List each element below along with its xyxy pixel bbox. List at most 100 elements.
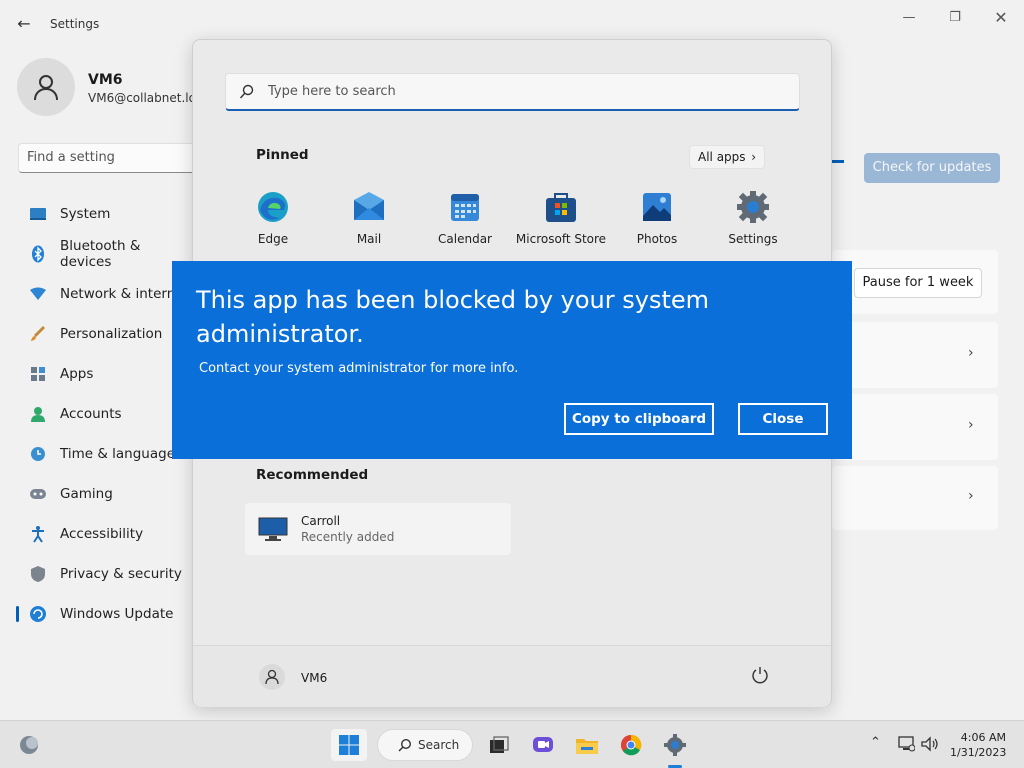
windows-logo-icon (339, 735, 359, 755)
store-icon (544, 190, 578, 224)
pinned-app-microsoft-store[interactable]: Microsoft Store (513, 190, 609, 246)
bluetooth-icon (28, 244, 48, 264)
nav-item-accessibility[interactable]: Accessibility (16, 514, 196, 554)
nav-item-time-language[interactable]: Time & language (16, 434, 196, 474)
edge-icon (256, 190, 290, 224)
accessibility-icon (28, 524, 48, 544)
nav-label: Personalization (60, 326, 163, 342)
chevron-right-icon: › (968, 417, 974, 433)
close-button[interactable]: Close (738, 403, 828, 435)
all-apps-button[interactable]: All apps › (689, 145, 765, 169)
recommended-heading: Recommended (256, 467, 369, 483)
pinned-app-mail[interactable]: Mail (321, 190, 417, 246)
pinned-app-calendar[interactable]: Calendar (417, 190, 513, 246)
file-explorer-icon[interactable] (572, 729, 602, 761)
find-setting-input[interactable]: Find a setting (18, 143, 208, 173)
chevron-right-icon: › (968, 345, 974, 361)
update-progress-accent (832, 160, 844, 163)
start-search-input[interactable]: Type here to search (225, 73, 800, 111)
clock-icon (28, 444, 48, 464)
network-status-icon[interactable] (897, 736, 915, 752)
nav-item-personalization[interactable]: Personalization (16, 314, 196, 354)
weather-icon[interactable] (14, 729, 44, 761)
nav-label: Windows Update (60, 606, 174, 622)
nav-label: Gaming (60, 486, 113, 502)
gamepad-icon (28, 484, 48, 504)
system-icon (28, 204, 48, 224)
photos-icon (640, 190, 674, 224)
recommended-item-subtitle: Recently added (301, 530, 395, 544)
nav-item-network[interactable]: Network & internet (16, 274, 196, 314)
pinned-app-label: Edge (257, 232, 289, 246)
shield-icon (28, 564, 48, 584)
user-name: VM6 (88, 72, 123, 88)
blocked-app-dialog: This app has been blocked by your system… (172, 261, 852, 459)
copy-to-clipboard-button[interactable]: Copy to clipboard (564, 403, 714, 435)
restore-icon[interactable]: ❐ (940, 8, 970, 28)
check-for-updates-button[interactable]: Check for updates (864, 153, 1000, 183)
nav-label: Apps (60, 366, 94, 382)
start-footer: VM6 (193, 645, 831, 707)
avatar[interactable] (17, 58, 75, 116)
pinned-app-label: Settings (728, 232, 778, 246)
nav-item-gaming[interactable]: Gaming (16, 474, 196, 514)
footer-avatar[interactable] (259, 664, 285, 690)
pinned-app-settings[interactable]: Settings (705, 190, 801, 246)
volume-icon[interactable] (921, 736, 939, 752)
clock-time: 4:06 AM (960, 731, 1006, 744)
accounts-icon (28, 404, 48, 424)
back-arrow-icon[interactable]: ← (14, 14, 34, 34)
pause-updates-button[interactable]: Pause for 1 week (854, 268, 982, 298)
close-icon[interactable]: ✕ (986, 8, 1016, 28)
chevron-right-icon: › (751, 150, 756, 164)
minimize-icon[interactable]: — (894, 8, 924, 28)
nav-label: Accessibility (60, 526, 144, 542)
mail-icon (352, 190, 386, 224)
taskbar-search-button[interactable]: Search (377, 729, 473, 761)
power-icon[interactable] (751, 666, 769, 684)
chevron-right-icon: › (968, 488, 974, 504)
nav-label: System (60, 206, 111, 222)
pinned-app-label: Photos (636, 232, 678, 246)
settings-taskbar-icon[interactable] (660, 729, 690, 761)
brush-icon (28, 324, 48, 344)
pinned-app-label: Mail (356, 232, 382, 246)
nav-label: Network & internet (60, 286, 189, 302)
nav-item-system[interactable]: System (16, 194, 196, 234)
taskbar-search-label: Search (418, 738, 460, 752)
pinned-app-label: Microsoft Store (515, 232, 607, 246)
settings-icon (736, 190, 770, 224)
pinned-app-photos[interactable]: Photos (609, 190, 705, 246)
apps-icon (28, 364, 48, 384)
search-icon (239, 84, 254, 99)
chevron-up-icon[interactable]: ⌃ (870, 735, 881, 750)
nav-label: Time & language (60, 446, 176, 462)
nav-label: Accounts (60, 406, 122, 422)
dialog-message: Contact your system administrator for mo… (199, 361, 519, 376)
nav-item-accounts[interactable]: Accounts (16, 394, 196, 434)
clock-date: 1/31/2023 (950, 746, 1007, 759)
network-icon (28, 284, 48, 304)
person-icon (34, 75, 58, 101)
start-button[interactable] (331, 729, 367, 761)
pinned-app-edge[interactable]: Edge (225, 190, 321, 246)
settings-nav: System Bluetooth & devices Network & int… (16, 194, 196, 634)
nav-label: Privacy & security (60, 566, 182, 582)
taskbar: Search ⌃ 4:06 AM 1/31/2023 (0, 720, 1024, 768)
dialog-title: This app has been blocked by your system… (196, 286, 710, 348)
chat-icon[interactable] (528, 729, 558, 761)
monitor-icon (258, 517, 288, 541)
footer-user-name[interactable]: VM6 (301, 671, 327, 685)
recommended-item[interactable]: Carroll Recently added (245, 503, 511, 555)
update-icon (28, 604, 48, 624)
app-title: Settings (50, 17, 100, 31)
calendar-icon (448, 190, 482, 224)
nav-item-bluetooth[interactable]: Bluetooth & devices (16, 234, 196, 274)
pinned-app-label: Calendar (438, 232, 492, 246)
nav-item-windows-update[interactable]: Windows Update (16, 594, 196, 634)
nav-item-privacy-security[interactable]: Privacy & security (16, 554, 196, 594)
nav-item-apps[interactable]: Apps (16, 354, 196, 394)
chrome-icon[interactable] (616, 729, 646, 761)
task-view-icon[interactable] (484, 729, 514, 761)
system-clock[interactable]: 4:06 AM 1/31/2023 (950, 730, 1006, 760)
